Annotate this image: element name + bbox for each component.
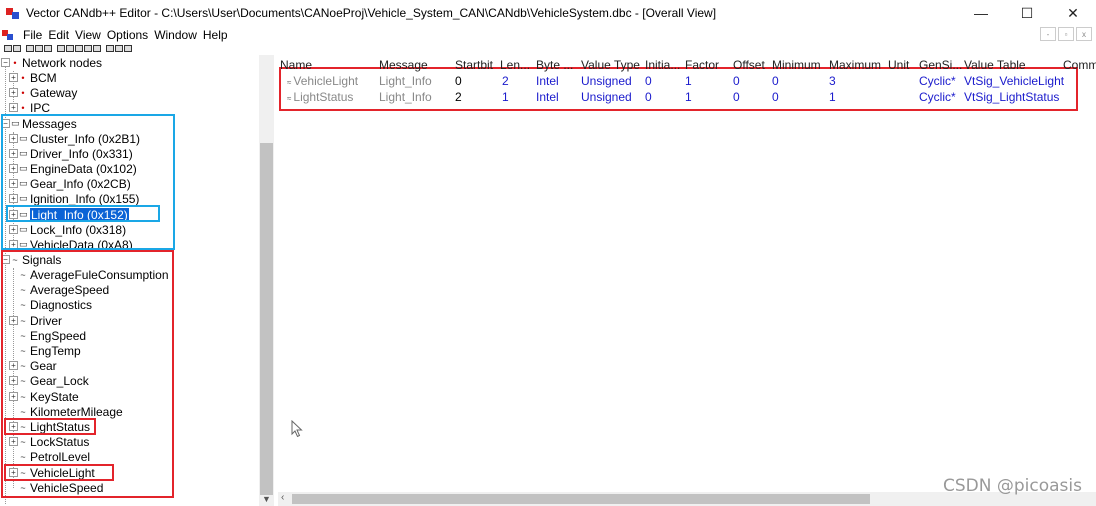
cut-icon[interactable] <box>26 45 34 52</box>
menu-help[interactable]: Help <box>200 28 231 42</box>
col-header-length[interactable]: Len... <box>500 58 530 72</box>
col-header-value-type[interactable]: Value Type <box>581 58 640 72</box>
document-icon[interactable] <box>2 29 16 41</box>
tree-scrollbar-thumb[interactable] <box>260 143 273 495</box>
table-row-name[interactable]: ≈ LightStatus <box>287 90 353 104</box>
table-cell-minimum[interactable]: 0 <box>772 90 779 104</box>
table-cell-value-type[interactable]: Unsigned <box>581 90 632 104</box>
messages-highlight-box <box>1 114 175 250</box>
col-header-message[interactable]: Message <box>379 58 428 72</box>
table-cell-initial[interactable]: 0 <box>645 90 652 104</box>
col-header-factor[interactable]: Factor <box>685 58 719 72</box>
expand-icon[interactable]: + <box>9 103 18 112</box>
menu-options[interactable]: Options <box>104 28 151 42</box>
mouse-cursor-icon <box>291 420 303 438</box>
copy-icon[interactable] <box>35 45 43 52</box>
col-header-comment[interactable]: Comm <box>1063 58 1096 72</box>
mdi-close-button[interactable]: x <box>1076 27 1092 41</box>
col-header-byte-order[interactable]: Byte ... <box>536 58 573 72</box>
grid-scrollbar-thumb[interactable] <box>292 494 870 504</box>
menu-edit[interactable]: Edit <box>45 28 72 42</box>
tree-network-nodes[interactable]: − • Network nodes <box>1 55 102 70</box>
mdi-minimize-button[interactable]: - <box>1040 27 1056 41</box>
ecu-icon: • <box>21 87 25 98</box>
col-header-gensig[interactable]: GenSi... <box>919 58 962 72</box>
selected-message-highlight-box <box>6 205 160 222</box>
ecu-icon: • <box>21 102 25 113</box>
collapse-icon[interactable]: − <box>1 58 10 67</box>
table-cell-maximum[interactable]: 1 <box>829 90 836 104</box>
expand-icon[interactable]: + <box>9 88 18 97</box>
network-icon[interactable] <box>106 45 114 52</box>
tree-node-item[interactable]: + • Gateway <box>9 85 77 100</box>
table-cell-factor[interactable]: 1 <box>685 74 692 88</box>
view-details-icon[interactable] <box>84 45 92 52</box>
tree-scrollbar[interactable]: ▼ <box>259 55 274 506</box>
ecu-icon: • <box>21 72 25 83</box>
tree-node-item[interactable]: + • BCM <box>9 70 57 85</box>
lightstatus-highlight-box <box>4 418 96 435</box>
col-header-unit[interactable]: Unit <box>888 58 909 72</box>
view-large-icon[interactable] <box>57 45 65 52</box>
table-row-name[interactable]: ≈ VehicleLight <box>287 74 358 88</box>
table-cell-gensig[interactable]: Cyclic* <box>919 74 956 88</box>
signal-icon[interactable] <box>124 45 132 52</box>
window-title: Vector CANdb++ Editor - C:\Users\User\Do… <box>26 6 717 20</box>
table-cell-maximum[interactable]: 3 <box>829 74 836 88</box>
col-header-initial[interactable]: Initia... <box>645 58 680 72</box>
toolbar <box>0 43 1096 54</box>
table-cell-offset[interactable]: 0 <box>733 90 740 104</box>
signal-icon: ≈ <box>287 78 292 87</box>
col-header-offset[interactable]: Offset <box>733 58 765 72</box>
col-header-name[interactable]: Name <box>280 58 312 72</box>
save-icon[interactable] <box>13 45 21 52</box>
signals-grid[interactable]: Name Message Startbit Len... Byte ... Va… <box>278 55 1096 506</box>
table-cell-startbit[interactable]: 0 <box>455 74 462 88</box>
col-header-minimum[interactable]: Minimum <box>772 58 821 72</box>
message-icon[interactable] <box>115 45 123 52</box>
paste-icon[interactable] <box>44 45 52 52</box>
tree-node-item[interactable]: + • IPC <box>9 100 50 115</box>
close-button[interactable]: ✕ <box>1050 0 1096 26</box>
view-small-icon[interactable] <box>66 45 74 52</box>
table-cell-initial[interactable]: 0 <box>645 74 652 88</box>
table-cell-message[interactable]: Light_Info <box>379 74 432 88</box>
table-cell-message[interactable]: Light_Info <box>379 90 432 104</box>
view-list-icon[interactable] <box>75 45 83 52</box>
table-cell-length[interactable]: 2 <box>502 74 509 88</box>
table-cell-value-table[interactable]: VtSig_LightStatus <box>964 90 1059 104</box>
mdi-restore-button[interactable]: ▫ <box>1058 27 1074 41</box>
col-header-startbit[interactable]: Startbit <box>455 58 493 72</box>
menu-file[interactable]: File <box>20 28 45 42</box>
network-node-icon: • <box>13 57 17 68</box>
scroll-down-icon[interactable]: ▼ <box>262 494 271 504</box>
table-cell-gensig[interactable]: Cyclic* <box>919 90 956 104</box>
expand-icon[interactable]: + <box>9 73 18 82</box>
col-header-value-table[interactable]: Value Table <box>964 58 1026 72</box>
signals-highlight-box <box>1 250 174 498</box>
menu-view[interactable]: View <box>72 28 104 42</box>
menu-window[interactable]: Window <box>151 28 200 42</box>
watermark-text: CSDN @picoasis <box>943 476 1082 496</box>
table-cell-offset[interactable]: 0 <box>733 74 740 88</box>
maximize-button[interactable]: ☐ <box>1004 0 1050 26</box>
table-cell-startbit[interactable]: 2 <box>455 90 462 104</box>
vehiclelight-highlight-box <box>4 464 114 481</box>
table-cell-length[interactable]: 1 <box>502 90 509 104</box>
title-bar: Vector CANdb++ Editor - C:\Users\User\Do… <box>0 0 1096 26</box>
signal-icon: ≈ <box>287 94 292 103</box>
table-cell-value-table[interactable]: VtSig_VehicleLight <box>964 74 1064 88</box>
open-icon[interactable] <box>4 45 12 52</box>
table-cell-byte-order[interactable]: Intel <box>536 74 559 88</box>
table-cell-factor[interactable]: 1 <box>685 90 692 104</box>
menu-bar: File Edit View Options Window Help <box>0 26 1096 43</box>
app-logo-icon <box>6 6 20 20</box>
minimize-button[interactable]: — <box>958 0 1004 26</box>
table-cell-byte-order[interactable]: Intel <box>536 90 559 104</box>
scroll-left-icon[interactable]: ‹ <box>281 492 284 503</box>
col-header-maximum[interactable]: Maximum <box>829 58 881 72</box>
table-cell-value-type[interactable]: Unsigned <box>581 74 632 88</box>
table-cell-minimum[interactable]: 0 <box>772 74 779 88</box>
view-tree-icon[interactable] <box>93 45 101 52</box>
